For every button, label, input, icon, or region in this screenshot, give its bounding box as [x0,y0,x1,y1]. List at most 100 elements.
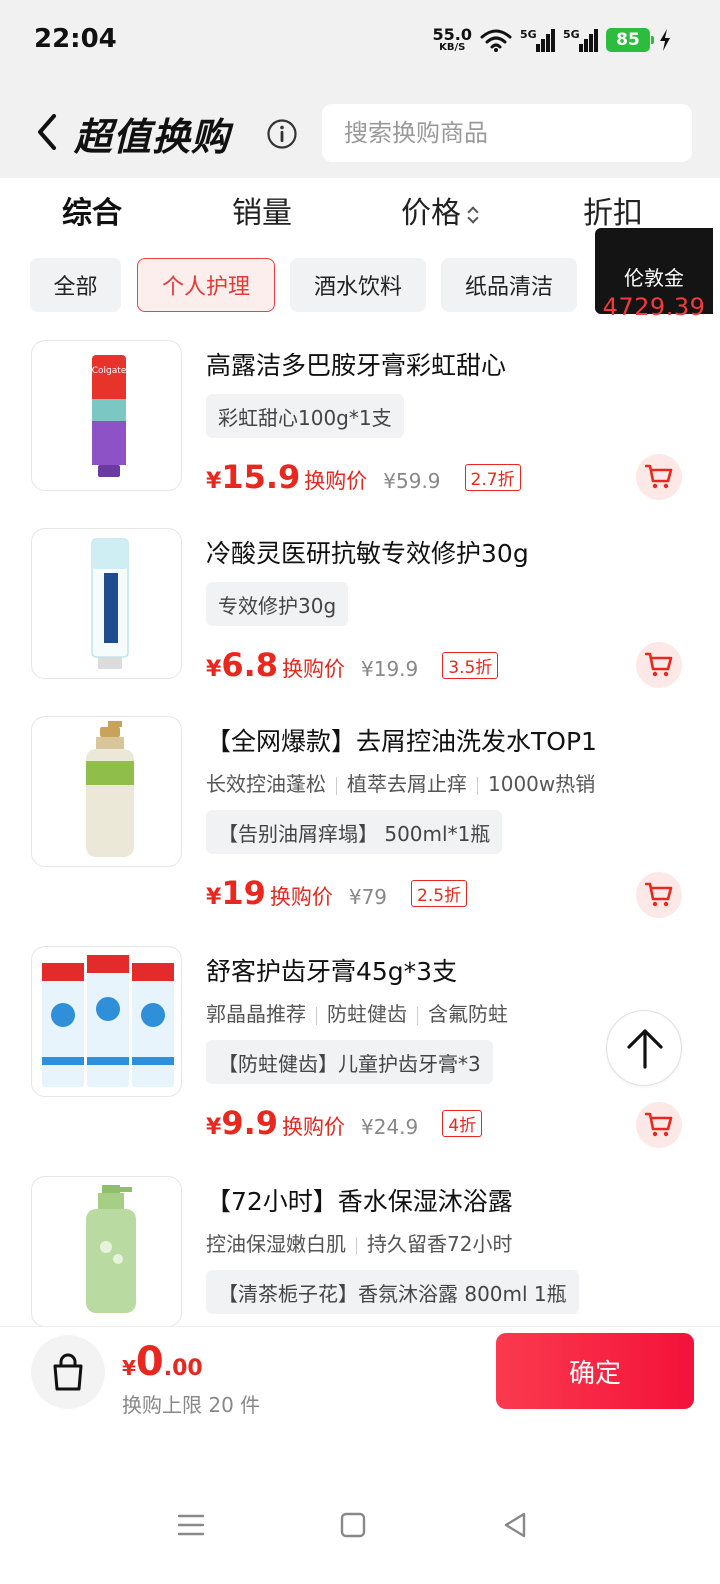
add-to-cart-button[interactable] [636,454,682,500]
original-price: ¥59.9 [383,469,441,493]
toothpaste-pack-image [42,955,174,1087]
confirm-button[interactable]: 确定 [496,1333,694,1409]
menu-nav-icon[interactable] [176,1510,206,1540]
sim1-label: 5G [520,28,537,41]
page-title: 超值换购 [74,115,231,159]
product-tag: 1000w热销 [488,772,596,796]
toothpaste-image: Colgate [92,355,127,477]
network-speed-unit: KB/S [439,42,466,53]
product-title: 【全网爆款】去屑控油洗发水TOP1 [206,727,597,756]
price-value: 19 [221,874,266,912]
header: 超值换购 [0,80,720,178]
info-icon[interactable] [266,118,298,150]
signal-icon-sim1: 5G [520,28,555,52]
add-to-cart-button[interactable] [636,872,682,918]
coins-label: 伦敦金 [624,266,684,290]
product-title: 【72小时】香水保湿沐浴露 [206,1187,513,1216]
product-tag: 含氟防蛀 [428,1002,508,1026]
scroll-to-top-button[interactable] [606,1010,682,1086]
back-arrow-icon[interactable] [28,110,68,154]
product-price: ¥19 换购价 ¥79 2.5折 [206,874,468,912]
total-price: ¥0.00 [122,1339,203,1385]
signal-icon-sim2: 5G [563,28,598,52]
shopping-bag-icon [53,1353,83,1391]
product-spec[interactable]: 专效修护30g [206,582,349,626]
total-decimal: .00 [163,1356,203,1381]
product-spec[interactable]: 【清茶栀子花】香氛沐浴露 800ml 1瓶 [206,1270,579,1314]
shopping-bag-button[interactable] [31,1335,105,1409]
original-price: ¥19.9 [361,657,419,681]
product-title: 高露洁多巴胺牙膏彩虹甜心 [206,351,507,380]
product-image[interactable] [31,1176,182,1327]
home-nav-icon[interactable] [338,1510,368,1540]
cart-icon [645,882,673,907]
price-label: 换购价 [269,885,333,909]
add-to-cart-button[interactable] [636,642,682,688]
search-box[interactable] [322,104,692,162]
shampoo-bottle-image [86,721,134,857]
product-title: 舒客护齿牙膏45g*3支 [206,957,458,986]
category-chip-personal-care[interactable]: 个人护理 [137,258,275,312]
product-spec[interactable]: 【告别油屑痒塌】 500ml*1瓶 [206,810,503,854]
product-tag: 长效控油蓬松 [206,772,326,796]
back-nav-icon[interactable] [500,1510,530,1540]
status-icons: 55.0 KB/S 5G 5G 85 [433,26,672,54]
checkout-bar: ¥0.00 换购上限 20 件 确定 [0,1326,720,1428]
wifi-icon [480,29,512,52]
category-chip-drinks[interactable]: 酒水饮料 [290,258,426,312]
product-image[interactable] [31,528,182,679]
sort-arrows-icon [467,204,479,226]
discount-badge: 2.7折 [464,464,521,491]
product-tags: 长效控油蓬松 植萃去屑止痒 1000w热销 [206,768,595,797]
price-value: 9.9 [221,1104,278,1142]
product-spec[interactable]: 彩虹甜心100g*1支 [206,394,404,438]
product-tag: 郭晶晶推荐 [206,1002,306,1026]
network-speed: 55.0 KB/S [433,27,472,53]
network-speed-value: 55.0 [432,25,472,44]
category-chip-all[interactable]: 全部 [30,258,121,312]
price-currency: ¥ [206,469,222,494]
price-currency: ¥ [206,657,222,682]
sort-tab-price-label: 价格 [401,196,461,231]
product-spec[interactable]: 【防蛀健齿】儿童护齿牙膏*3 [206,1040,493,1084]
status-time: 22:04 [34,24,117,54]
product-image[interactable] [31,716,182,867]
product-image[interactable] [31,946,182,1097]
product-price: ¥6.8 换购价 ¥19.9 3.5折 [206,646,499,684]
body-wash-bottle-image [86,1185,136,1313]
discount-badge: 2.5折 [411,880,468,907]
battery-icon: 85 [606,28,654,52]
sort-tab-discount[interactable]: 折扣 [583,188,643,232]
category-chip-paper-cleaning[interactable]: 纸品清洁 [441,258,577,312]
discount-badge: 3.5折 [442,652,499,679]
sort-tab-overall[interactable]: 综合 [62,188,122,232]
price-label: 换购价 [282,657,345,681]
cart-icon [645,464,673,489]
product-tags: 郭晶晶推荐 防蛀健齿 含氟防蛀 [206,998,508,1027]
product-price: ¥15.9 换购价 ¥59.9 2.7折 [206,458,521,496]
product-tag: 持久留香72小时 [367,1232,513,1256]
battery-level: 85 [616,30,640,50]
search-input[interactable] [322,104,692,162]
price-label: 换购价 [282,1115,345,1139]
toothpaste-image [91,538,129,669]
sim2-label: 5G [563,28,580,41]
svg-text:Colgate: Colgate [92,366,127,376]
product-price: ¥9.9 换购价 ¥24.9 4折 [206,1104,483,1142]
original-price: ¥79 [348,885,388,909]
status-bar: 22:04 55.0 KB/S 5G 5G 85 [0,0,720,80]
total-currency: ¥ [122,1356,136,1380]
sort-tab-sales[interactable]: 销量 [232,188,292,232]
system-nav-bar [0,1470,720,1580]
price-value: 15.9 [221,458,301,496]
arrow-up-icon [627,1029,663,1069]
coins-widget[interactable]: 伦敦金 4729.39 [595,228,713,321]
cart-icon [645,652,673,677]
price-value: 6.8 [221,646,278,684]
product-image[interactable]: Colgate [31,340,182,491]
add-to-cart-button[interactable] [636,1102,682,1148]
original-price: ¥24.9 [361,1115,419,1139]
sort-tab-price[interactable]: 价格 [401,188,479,232]
product-tag: 防蛀健齿 [327,1002,407,1026]
price-currency: ¥ [206,885,222,910]
